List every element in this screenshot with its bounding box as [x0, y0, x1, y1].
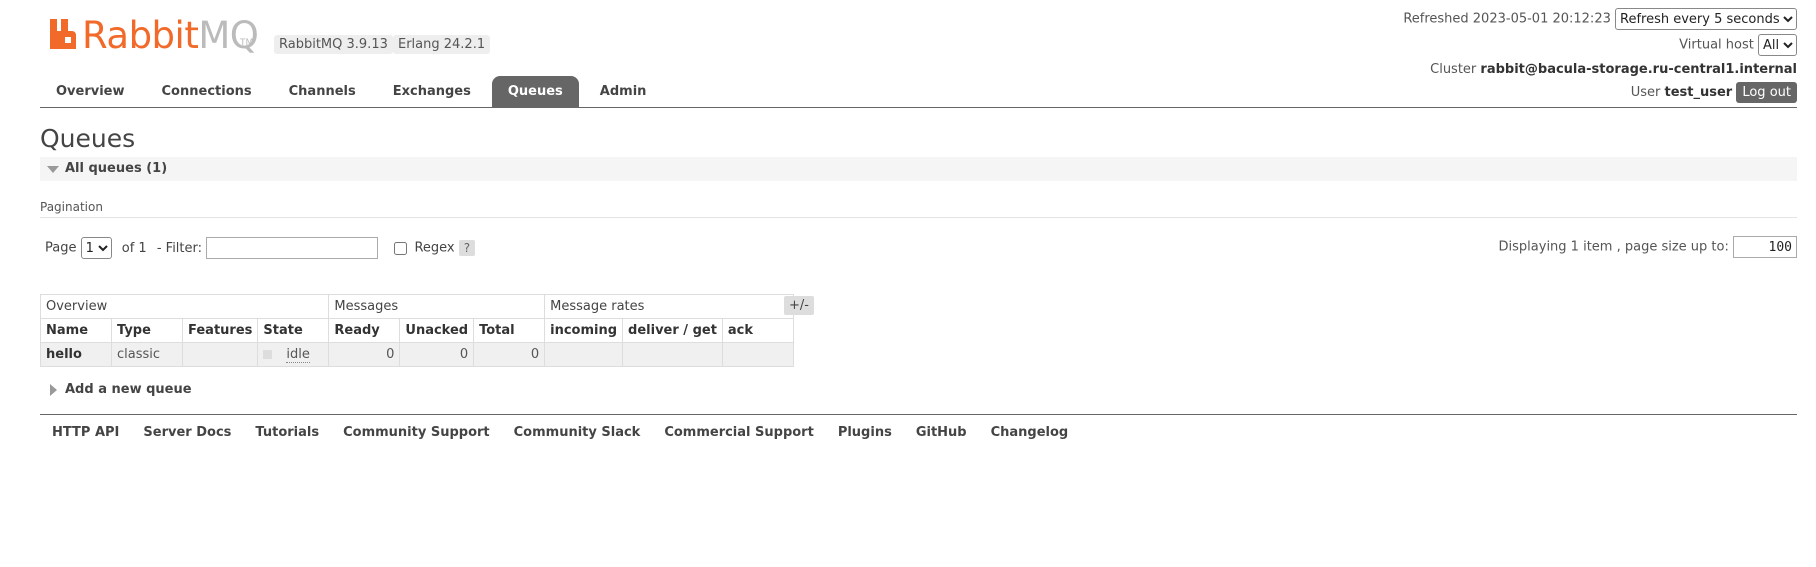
tab-exchanges[interactable]: Exchanges — [377, 76, 487, 107]
cluster-row: Cluster rabbit@bacula-storage.ru-central… — [1430, 62, 1797, 77]
all-queues-label: All queues (1) — [65, 161, 168, 176]
col-type[interactable]: Type — [111, 318, 183, 343]
group-message-rates: Message rates — [544, 294, 794, 319]
group-overview: Overview — [39, 294, 330, 319]
footer-link-community-slack[interactable]: Community Slack — [502, 424, 653, 442]
logo-wordmark: RabbitMQ — [82, 14, 259, 57]
refreshed-timestamp: Refreshed 2023-05-01 20:12:23 — [1403, 11, 1611, 27]
col-ready[interactable]: Ready — [328, 318, 401, 343]
pagination-divider — [40, 217, 1797, 218]
displaying-label: Displaying 1 item , page size up to: — [1498, 239, 1729, 255]
regex-help-button[interactable]: ? — [458, 240, 476, 256]
vhost-label: Virtual host — [1679, 37, 1754, 53]
tab-channels[interactable]: Channels — [273, 76, 372, 107]
user-name: test_user — [1664, 85, 1733, 100]
queue-ready: 0 — [328, 342, 401, 367]
queue-state: idle — [286, 347, 310, 363]
footer-links: HTTP API Server Docs Tutorials Community… — [40, 424, 1080, 442]
refresh-row: Refreshed 2023-05-01 20:12:23 Refresh ev… — [1403, 8, 1797, 30]
rabbitmq-version-badge: RabbitMQ 3.9.13 — [274, 35, 393, 54]
footer-link-server-docs[interactable]: Server Docs — [131, 424, 243, 442]
tab-overview[interactable]: Overview — [40, 76, 141, 107]
queue-state-cell: idle — [257, 342, 330, 367]
page-title: Queues — [40, 124, 136, 153]
col-ack[interactable]: ack — [721, 318, 794, 343]
logout-button[interactable]: Log out — [1736, 82, 1797, 103]
pagination-heading: Pagination — [40, 200, 103, 214]
filter-label: - Filter: — [156, 240, 203, 256]
page-label: Page — [45, 240, 77, 256]
logo-mq-text: MQ — [198, 14, 259, 57]
refresh-interval-select[interactable]: Refresh every 5 seconds — [1615, 8, 1797, 30]
col-name[interactable]: Name — [40, 318, 112, 343]
footer-link-github[interactable]: GitHub — [904, 424, 979, 442]
table-row: hello classic idle 0 0 0 — [40, 342, 794, 367]
user-label: User — [1630, 85, 1661, 100]
queue-ack — [721, 342, 794, 367]
regex-checkbox[interactable] — [394, 241, 408, 255]
tab-queues[interactable]: Queues — [491, 76, 579, 107]
logo-rabbit-text: Rabbit — [82, 14, 199, 57]
displaying-info: Displaying 1 item , page size up to: — [1499, 236, 1797, 258]
col-unacked[interactable]: Unacked — [399, 318, 475, 343]
filter-input[interactable] — [206, 237, 379, 259]
columns-toggle-button[interactable]: +/- — [784, 296, 814, 315]
page-select[interactable]: 1 — [80, 237, 112, 259]
queue-name-link[interactable]: hello — [40, 342, 112, 367]
all-queues-section-toggle[interactable]: All queues (1) — [40, 157, 1797, 181]
cluster-label: Cluster — [1430, 62, 1477, 77]
queues-table: Overview Messages Message rates Name Typ… — [39, 294, 794, 367]
table-column-header-row: Name Type Features State Ready Unacked T… — [40, 318, 794, 343]
erlang-version-badge: Erlang 24.2.1 — [393, 35, 491, 54]
cluster-name: rabbit@bacula-storage.ru-central1.intern… — [1480, 62, 1797, 77]
footer-link-http-api[interactable]: HTTP API — [40, 424, 131, 442]
vhost-row: Virtual host All — [1679, 34, 1797, 56]
group-messages: Messages — [328, 294, 546, 319]
queue-incoming — [544, 342, 624, 367]
footer-link-community-support[interactable]: Community Support — [331, 424, 502, 442]
col-total[interactable]: Total — [473, 318, 546, 343]
col-deliver-get[interactable]: deliver / get — [622, 318, 723, 343]
col-state[interactable]: State — [257, 318, 330, 343]
page-of-label: of 1 — [121, 240, 147, 256]
rabbit-logo-icon — [50, 19, 76, 49]
add-new-queue-toggle[interactable]: Add a new queue — [50, 382, 192, 397]
vhost-select[interactable]: All — [1758, 34, 1797, 56]
footer-divider — [40, 414, 1797, 415]
queue-features — [181, 342, 259, 367]
footer-link-changelog[interactable]: Changelog — [979, 424, 1081, 442]
tab-admin[interactable]: Admin — [584, 76, 663, 107]
queue-deliver-get — [622, 342, 723, 367]
page-size-input[interactable] — [1733, 236, 1797, 258]
footer-link-plugins[interactable]: Plugins — [826, 424, 904, 442]
table-group-header-row: Overview Messages Message rates — [39, 294, 794, 319]
main-tabs: Overview Connections Channels Exchanges … — [40, 76, 667, 107]
footer-link-tutorials[interactable]: Tutorials — [243, 424, 331, 442]
pagination-controls: Page 1 of 1 - Filter: Regex ? — [45, 237, 476, 259]
expand-triangle-icon — [50, 383, 57, 396]
logo-tm: TM — [240, 38, 254, 48]
tab-connections[interactable]: Connections — [146, 76, 268, 107]
regex-label: Regex — [414, 240, 455, 256]
tabs-divider — [40, 107, 1797, 108]
queue-unacked: 0 — [399, 342, 475, 367]
queue-total: 0 — [473, 342, 546, 367]
add-new-queue-label: Add a new queue — [65, 382, 192, 397]
state-indicator-icon — [263, 350, 273, 359]
footer-link-commercial-support[interactable]: Commercial Support — [652, 424, 826, 442]
user-row: User test_user Log out — [1631, 82, 1797, 103]
collapse-triangle-icon — [47, 166, 59, 173]
col-incoming[interactable]: incoming — [544, 318, 624, 343]
queue-type: classic — [111, 342, 183, 367]
col-features[interactable]: Features — [181, 318, 259, 343]
